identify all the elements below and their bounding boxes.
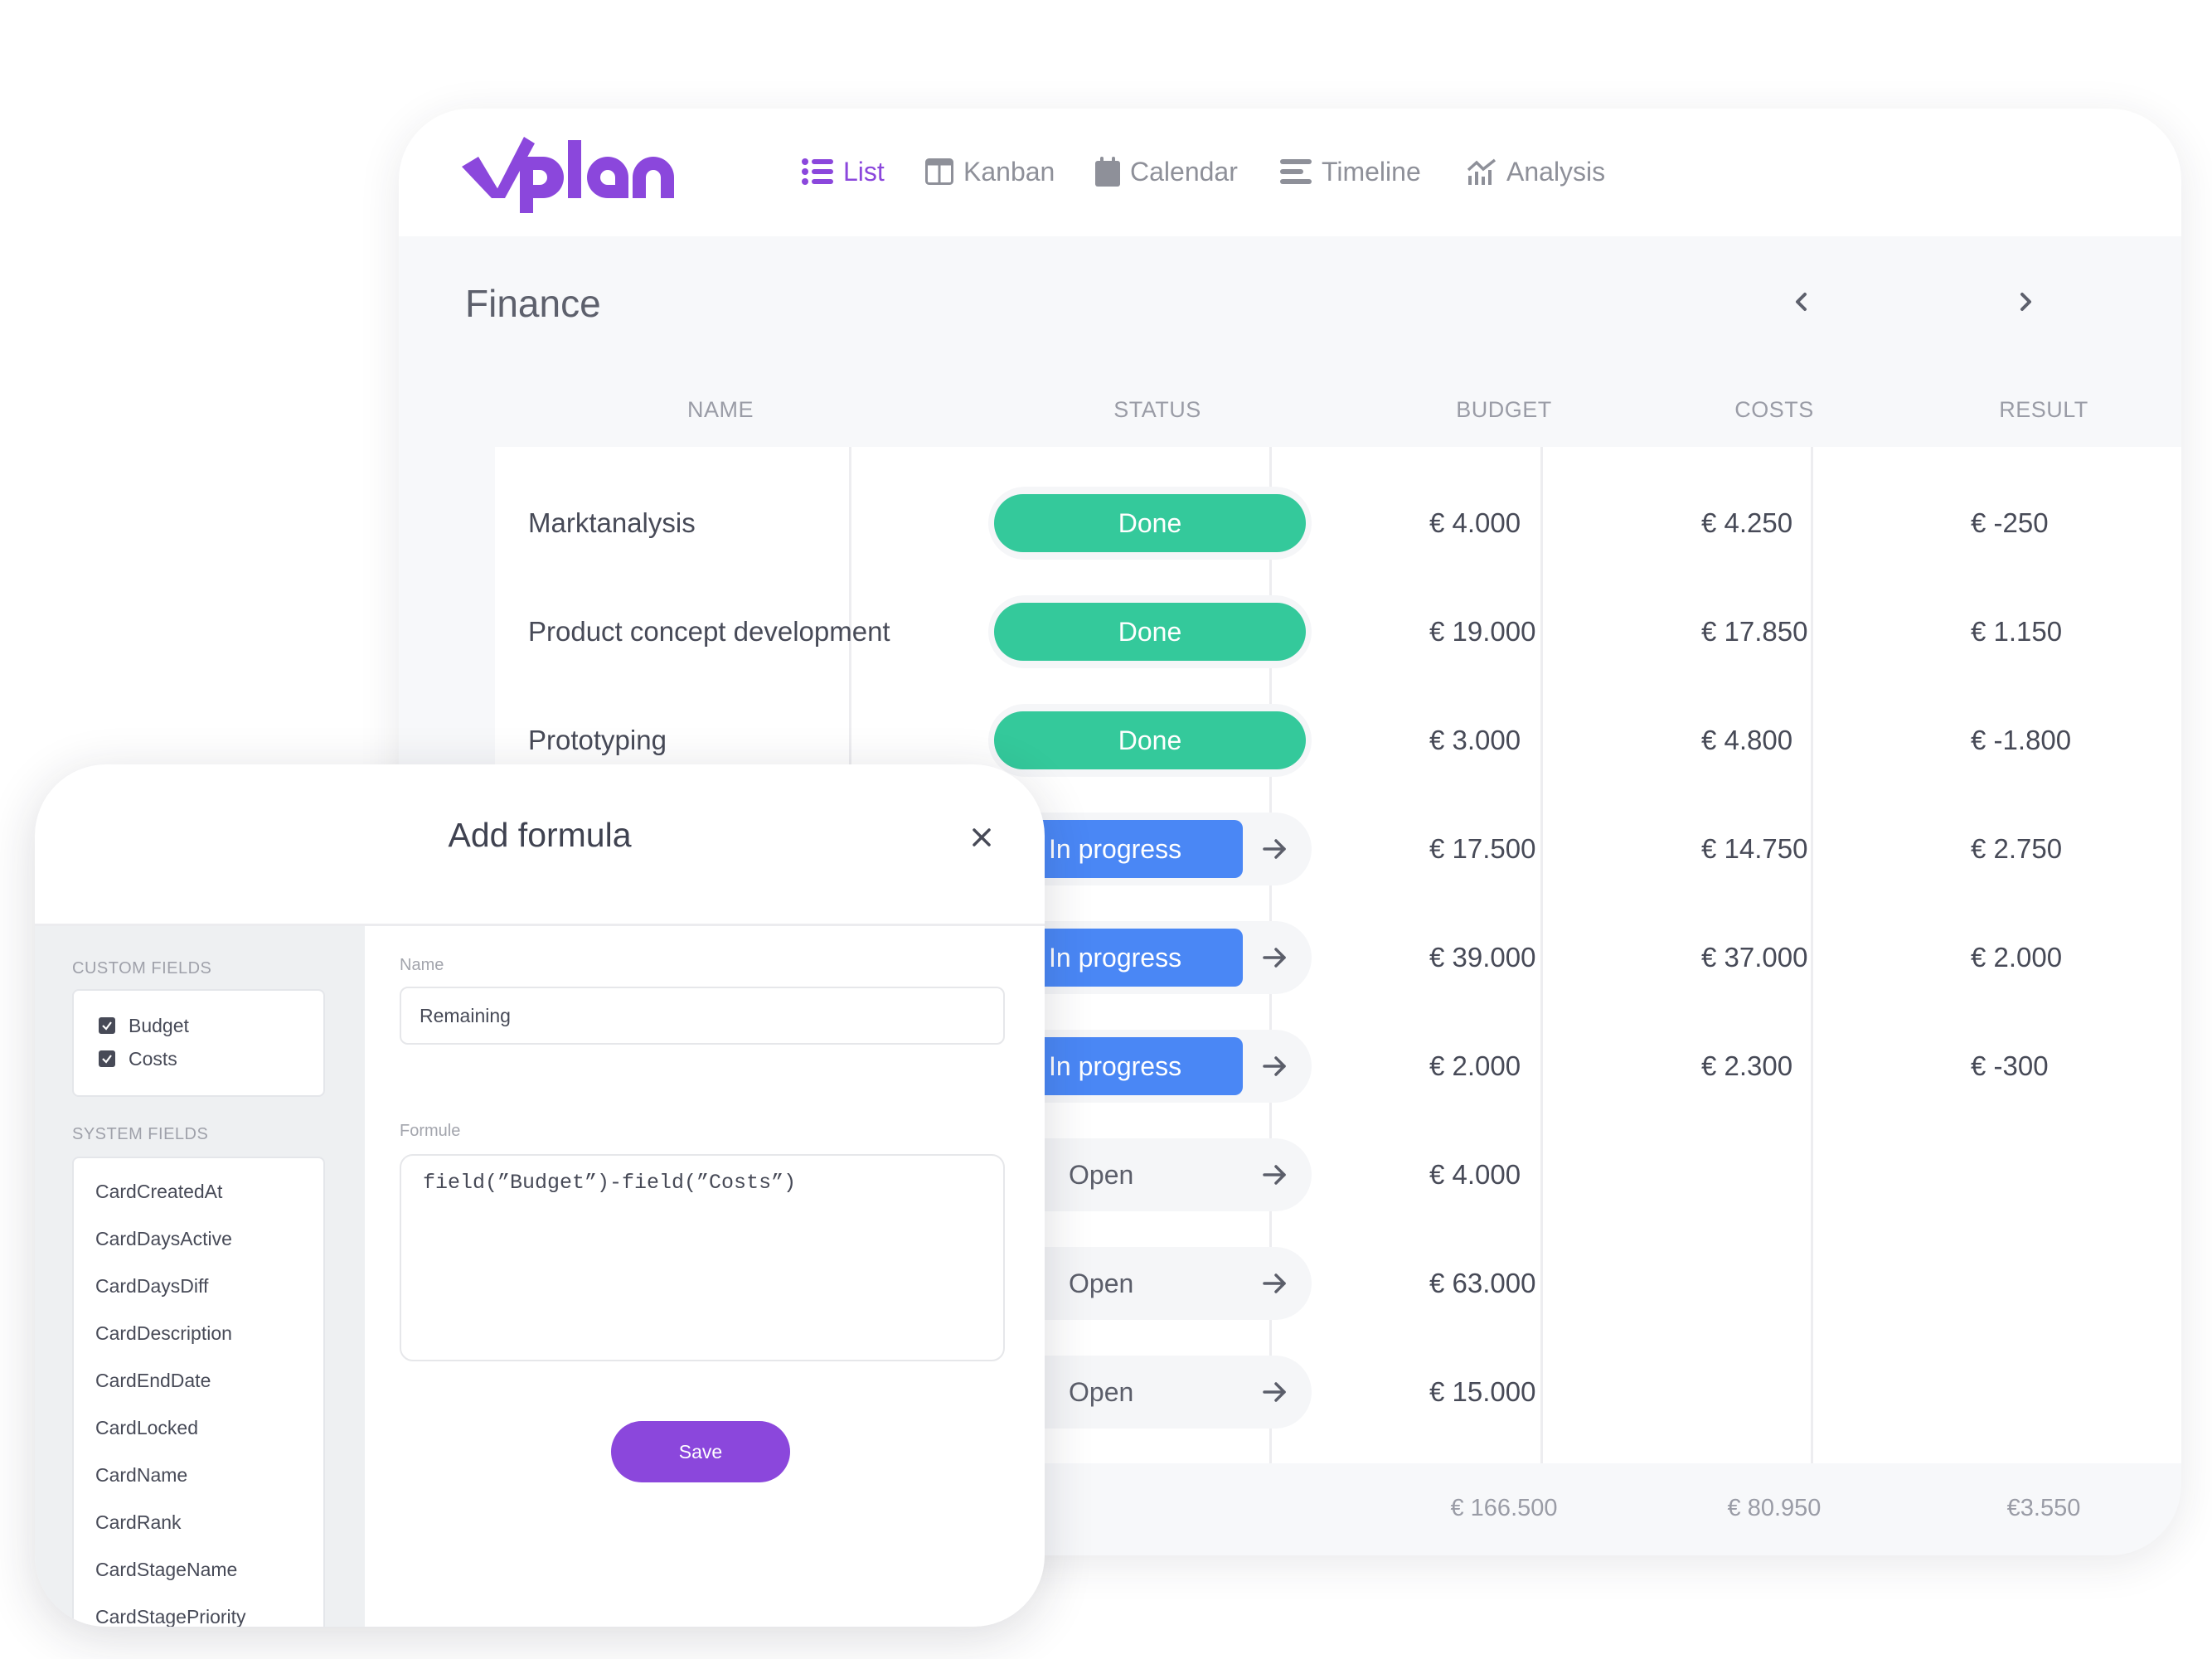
arrow-right-icon[interactable] [1260, 834, 1290, 864]
checkbox-checked-icon[interactable] [99, 1050, 115, 1067]
tab-list[interactable]: List [802, 153, 885, 190]
system-fields-list: CardCreatedAt CardDaysActive CardDaysDiff C… [72, 1157, 325, 1627]
system-field-item[interactable]: CardDescription [95, 1322, 232, 1345]
tab-calendar-label: Calendar [1130, 156, 1238, 187]
system-fields-label: SYSTEM FIELDS [72, 1125, 209, 1143]
status-badge[interactable]: Done [994, 711, 1306, 769]
close-icon[interactable] [967, 822, 997, 852]
table-row[interactable]: Product concept development Done € 19.000 €… [495, 577, 2181, 686]
cell-costs: € 2.300 [1701, 1050, 1793, 1081]
kanban-icon [925, 158, 953, 185]
cell-budget: € 4.000 [1429, 1158, 1521, 1190]
fields-sidebar: CUSTOM FIELDS Budget Costs SYSTEM FIELDS… [35, 926, 365, 1627]
table-row[interactable]: Marktanalysis Done € 4.000 € 4.250 € -250 [495, 468, 2181, 577]
cell-costs: € 17.850 [1701, 615, 1808, 647]
cell-budget: € 39.000 [1429, 941, 1536, 973]
formula-label: Formule [400, 1122, 461, 1140]
system-field-item[interactable]: CardDaysDiff [95, 1275, 208, 1298]
arrow-right-icon[interactable] [1260, 1377, 1290, 1407]
timeline-icon [1280, 159, 1312, 184]
status-selector[interactable]: Done [988, 595, 1312, 668]
cell-result: € 2.750 [1971, 832, 2063, 864]
arrow-right-icon[interactable] [1260, 1051, 1290, 1081]
system-field-item[interactable]: CardDaysActive [95, 1228, 232, 1250]
cell-budget: € 3.000 [1429, 724, 1521, 755]
cell-budget: € 19.000 [1429, 615, 1536, 647]
arrow-right-icon[interactable] [1260, 1269, 1290, 1298]
custom-field-costs[interactable]: Costs [99, 1044, 177, 1074]
status-selector[interactable]: Done [988, 487, 1312, 560]
system-field-item[interactable]: CardLocked [95, 1417, 198, 1439]
total-budget: € 166.500 [1450, 1495, 1558, 1521]
cell-budget: € 2.000 [1429, 1050, 1521, 1081]
cell-budget: € 17.500 [1429, 832, 1536, 864]
tab-timeline[interactable]: Timeline [1280, 153, 1421, 190]
column-header-costs[interactable]: COSTS [1734, 397, 1814, 423]
total-result: €3.550 [2006, 1495, 2081, 1521]
tab-analysis-label: Analysis [1506, 156, 1606, 187]
tab-timeline-label: Timeline [1322, 156, 1421, 187]
cell-result: € -300 [1971, 1050, 2049, 1081]
calendar-icon [1095, 157, 1120, 187]
cell-costs: € 4.800 [1701, 724, 1793, 755]
custom-fields-list: Budget Costs [72, 989, 325, 1097]
custom-field-label: Budget [129, 1014, 189, 1036]
column-header-status[interactable]: STATUS [1113, 397, 1201, 423]
total-costs: € 80.950 [1727, 1495, 1822, 1521]
status-badge[interactable]: Done [994, 603, 1306, 661]
tab-kanban[interactable]: Kanban [925, 153, 1055, 190]
checkbox-checked-icon[interactable] [99, 1017, 115, 1034]
cell-budget: € 15.000 [1429, 1375, 1536, 1407]
system-field-item[interactable]: CardCreatedAt [95, 1181, 222, 1203]
modal-header: Add formula [35, 764, 1045, 926]
formula-form: Name Formule field(”Budget”)-field(”Cost… [365, 926, 1045, 1627]
arrow-right-icon[interactable] [1260, 1160, 1290, 1190]
tab-list-label: List [843, 156, 885, 187]
modal-title: Add formula [448, 816, 632, 854]
system-field-item[interactable]: CardName [95, 1464, 187, 1487]
chevron-right-icon[interactable] [2009, 285, 2042, 318]
tab-calendar[interactable]: Calendar [1095, 153, 1238, 190]
column-header-name[interactable]: NAME [687, 397, 754, 423]
cell-costs: € 14.750 [1701, 832, 1808, 864]
cell-result: € -250 [1971, 507, 2049, 538]
custom-field-label: Costs [129, 1047, 177, 1070]
cell-costs: € 4.250 [1701, 507, 1793, 538]
cell-name: Marktanalysis [528, 507, 696, 538]
name-label: Name [400, 956, 444, 974]
add-formula-modal: Add formula CUSTOM FIELDS Budget Costs S… [35, 764, 1045, 1627]
system-field-item[interactable]: CardRank [95, 1511, 182, 1534]
list-icon [802, 158, 833, 185]
cell-name: Product concept development [528, 615, 890, 647]
custom-fields-label: CUSTOM FIELDS [72, 959, 212, 977]
system-field-item[interactable]: CardEndDate [95, 1370, 211, 1392]
vplan-logo[interactable] [462, 133, 682, 213]
date-navigator: Today [1783, 279, 2181, 328]
cell-budget: € 63.000 [1429, 1267, 1536, 1298]
tab-analysis[interactable]: Analysis [1467, 153, 1605, 190]
name-input[interactable] [400, 987, 1005, 1045]
cell-result: € -1.800 [1971, 724, 2072, 755]
system-field-item[interactable]: CardStagePriority [95, 1606, 246, 1627]
page-title: Finance [465, 282, 601, 325]
cell-result: € 2.000 [1971, 941, 2063, 973]
column-header-result[interactable]: RESULT [1999, 397, 2088, 423]
cell-result: € 1.150 [1971, 615, 2063, 647]
chevron-left-icon[interactable] [1785, 285, 1818, 318]
system-field-item[interactable]: CardStageName [95, 1559, 237, 1581]
save-button[interactable]: Save [611, 1421, 790, 1482]
cell-budget: € 4.000 [1429, 507, 1521, 538]
arrow-right-icon[interactable] [1260, 943, 1290, 973]
cell-costs: € 37.000 [1701, 941, 1808, 973]
custom-field-budget[interactable]: Budget [99, 1011, 189, 1041]
column-header-budget[interactable]: BUDGET [1456, 397, 1552, 423]
app-header: List Kanban Calendar Timeline Analysis [399, 109, 2181, 236]
analysis-icon [1467, 158, 1496, 185]
status-badge[interactable]: Done [994, 494, 1306, 552]
tab-kanban-label: Kanban [963, 156, 1055, 187]
formula-input[interactable]: field(”Budget”)-field(”Costs”) [400, 1154, 1005, 1361]
